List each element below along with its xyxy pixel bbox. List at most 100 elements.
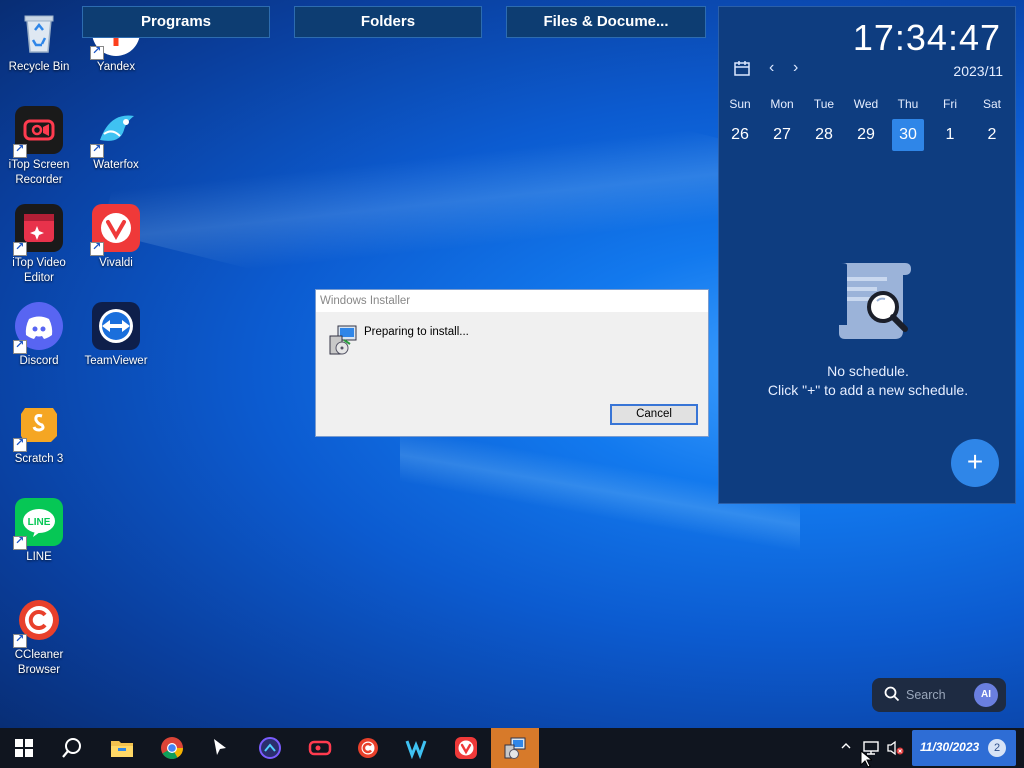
programs-button[interactable]: Programs (82, 6, 270, 38)
desktop-icon-label: Recycle Bin (8, 61, 70, 73)
empty-schedule-line1: No schedule. (827, 363, 909, 379)
weekday-label: Thu (897, 97, 919, 111)
weekday-label: Wed (853, 97, 879, 111)
windows-installer-dialog: Windows Installer Preparing to install..… (315, 289, 709, 437)
weekday-label: Fri (943, 97, 957, 111)
taskbar-itop-screen-recorder[interactable] (296, 728, 344, 768)
desktop-icon-label: Yandex (96, 61, 136, 73)
weekday-label: Sun (729, 97, 751, 111)
taskbar: 11/30/2023 2 (0, 728, 1024, 768)
weekday-row: Sun Mon Tue Wed Thu Fri Sat (719, 97, 1017, 111)
taskbar-cursor-app[interactable] (196, 728, 244, 768)
calendar-icon[interactable] (733, 59, 751, 82)
shortcut-arrow-icon (13, 240, 27, 256)
calendar-month: 2023/11 (953, 63, 1003, 79)
empty-schedule-icon (819, 257, 919, 349)
desktop-icon-ccleaner-browser[interactable]: CCleaner Browser (0, 596, 78, 678)
desktop-icon-label: Scratch 3 (14, 453, 64, 465)
desktop-icon-scratch[interactable]: Scratch 3 (0, 400, 78, 467)
cancel-button[interactable]: Cancel (610, 404, 698, 425)
plus-icon: + (966, 446, 984, 477)
desktop-icon-discord[interactable]: Discord (0, 302, 78, 369)
notification-badge[interactable]: 2 (988, 739, 1006, 757)
shortcut-arrow-icon (90, 142, 104, 158)
shortcut-arrow-icon (90, 240, 104, 256)
ccleaner-browser-icon (358, 738, 378, 758)
folder-icon (111, 741, 133, 757)
taskbar-search-button[interactable] (48, 728, 96, 768)
shortcut-arrow-icon (90, 44, 104, 60)
taskbar-windows-installer[interactable] (491, 728, 539, 768)
add-schedule-button[interactable]: + (951, 439, 999, 487)
weekday-label: Mon (770, 97, 794, 111)
taskbar-clock[interactable]: 11/30/2023 2 (912, 730, 1016, 766)
taskbar-waterfox[interactable] (394, 728, 442, 768)
empty-schedule-text: No schedule. Click "+" to add a new sche… (719, 362, 1017, 400)
vivaldi-icon (90, 204, 140, 256)
shortcut-arrow-icon (13, 142, 27, 158)
chevron-right-icon[interactable]: › (793, 59, 798, 77)
desktop-icon-label: Waterfox (93, 159, 139, 171)
taskbar-date: 11/30/2023 (920, 740, 980, 754)
search-icon (884, 686, 900, 706)
ai-assistant-icon[interactable]: AI (974, 683, 998, 707)
chevron-up-icon[interactable] (840, 740, 852, 755)
desktop-icon-label: CCleaner Browser (14, 649, 64, 676)
cursor-app-icon (214, 739, 226, 755)
start-button[interactable] (0, 728, 48, 768)
discord-icon (13, 302, 63, 354)
files-documents-button[interactable]: Files & Docume... (506, 6, 706, 38)
desktop-icon-teamviewer[interactable]: TeamViewer (77, 302, 155, 369)
taskbar-vivaldi[interactable] (442, 728, 490, 768)
taskbar-file-explorer[interactable] (98, 728, 146, 768)
installer-icon (504, 737, 526, 759)
installer-icon (328, 324, 358, 356)
desktop-icon-vivaldi[interactable]: Vivaldi (77, 204, 155, 271)
desktop-icon-label: iTop Video Editor (12, 257, 66, 284)
taskbar-chrome[interactable] (148, 728, 196, 768)
calendar-date[interactable]: 1 (929, 119, 971, 151)
shortcut-arrow-icon (13, 436, 27, 452)
weekday-label: Tue (813, 97, 835, 111)
desktop-icon-label: iTop Screen Recorder (8, 159, 70, 186)
desktop-icon-recycle-bin[interactable]: Recycle Bin (0, 8, 78, 75)
shortcut-arrow-icon (13, 534, 27, 550)
folders-label: Folders (360, 13, 416, 30)
calendar-date[interactable]: 27 (761, 119, 803, 151)
desktop-icon-waterfox[interactable]: Waterfox (77, 106, 155, 173)
desktop-icon-line[interactable]: LINE LINE (0, 498, 78, 565)
desktop-icon-itop-screen-recorder[interactable]: iTop Screen Recorder (0, 106, 78, 188)
date-row: 26 27 28 29 30 1 2 (719, 119, 1017, 151)
desktop-icon-label: Discord (19, 355, 59, 367)
search-box[interactable]: Search AI (872, 678, 1006, 712)
dialog-title: Windows Installer (316, 290, 708, 312)
cancel-label: Cancel (636, 408, 672, 420)
calendar-widget: 17:34:47 ‹ › 2023/11 Sun Mon Tue Wed Thu… (718, 6, 1016, 504)
calendar-date[interactable]: 29 (845, 119, 887, 151)
search-label: Search (906, 688, 946, 702)
calendar-date[interactable]: 26 (719, 119, 761, 151)
empty-schedule-line2: Click "+" to add a new schedule. (767, 382, 969, 398)
windows-logo-icon (15, 739, 33, 757)
app-icon (259, 737, 281, 759)
desktop-icon-itop-video-editor[interactable]: iTop Video Editor (0, 204, 78, 286)
taskbar-ccleaner-browser[interactable] (344, 728, 392, 768)
chrome-icon (161, 737, 183, 759)
folders-button[interactable]: Folders (294, 6, 482, 38)
programs-label: Programs (140, 13, 212, 30)
itop-video-editor-icon (13, 204, 63, 256)
widget-clock: 17:34:47 (852, 17, 1001, 58)
chevron-left-icon[interactable]: ‹ (769, 59, 774, 77)
files-documents-label: Files & Docume... (543, 13, 669, 30)
shortcut-arrow-icon (13, 338, 27, 354)
calendar-date[interactable]: 28 (803, 119, 845, 151)
desktop-icon-label: TeamViewer (84, 355, 148, 367)
recycle-bin-icon (15, 8, 63, 56)
shortcut-arrow-icon (13, 632, 27, 648)
mouse-cursor-icon (860, 750, 872, 768)
taskbar-app[interactable] (246, 728, 294, 768)
calendar-date-selected[interactable]: 30 (892, 119, 924, 151)
weekday-label: Sat (982, 97, 1001, 111)
volume-muted-icon[interactable] (886, 740, 904, 759)
calendar-date[interactable]: 2 (971, 119, 1013, 151)
